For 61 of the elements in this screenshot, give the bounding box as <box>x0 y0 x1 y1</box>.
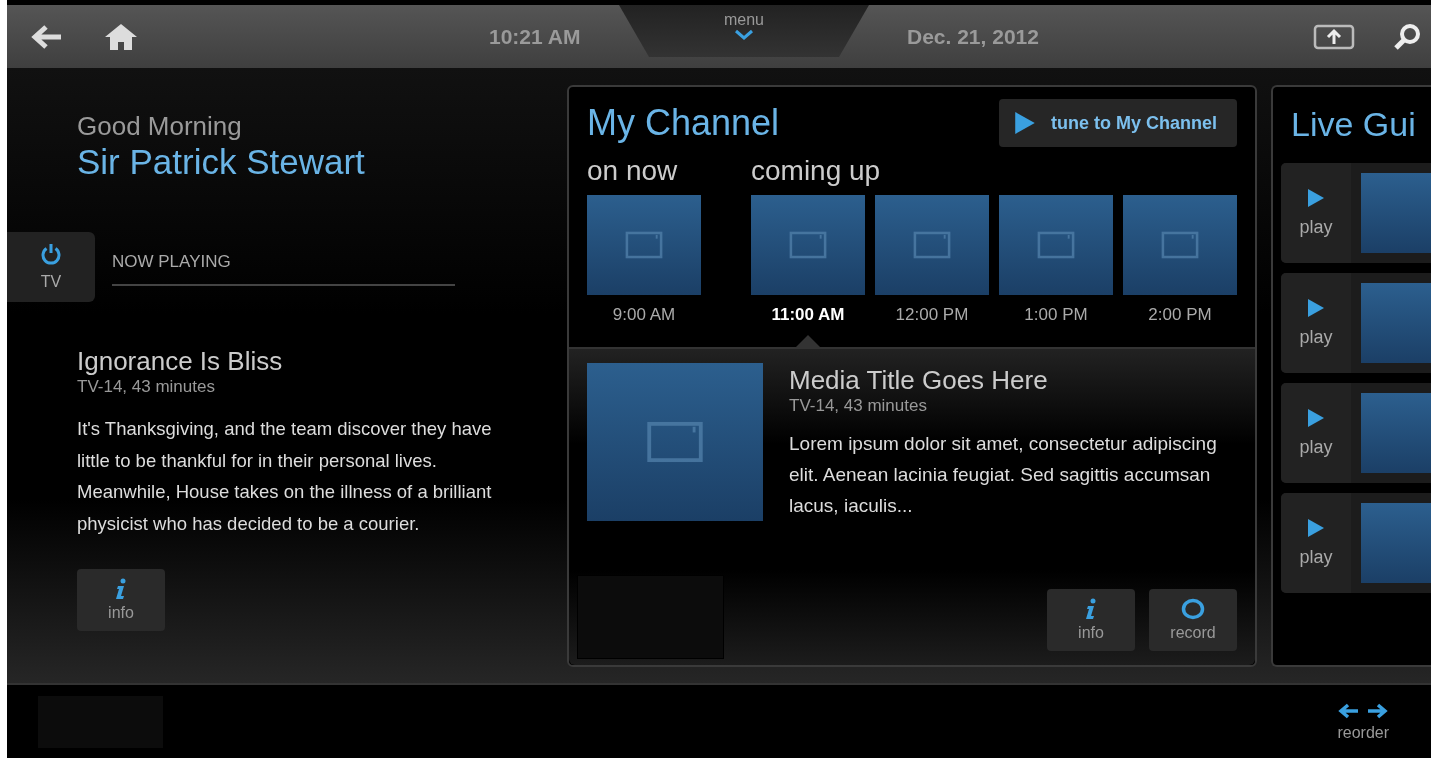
slot-time: 1:00 PM <box>1024 305 1088 325</box>
left-right-arrows-icon <box>1338 701 1389 720</box>
slot-time: 12:00 PM <box>895 305 969 325</box>
home-button[interactable] <box>103 21 139 52</box>
play-button[interactable]: play <box>1281 273 1351 373</box>
tv-icon <box>789 231 827 259</box>
record-button[interactable]: record <box>1149 589 1237 651</box>
slot-time: 11:00 AM <box>771 305 845 325</box>
record-icon <box>1181 598 1205 620</box>
search-icon <box>1393 22 1421 51</box>
reorder-button[interactable]: reorder <box>1331 700 1395 743</box>
program-tile[interactable] <box>751 195 865 295</box>
media-title: Media Title Goes Here <box>789 365 1049 396</box>
group-label: on now <box>587 155 679 188</box>
slot-time: 2:00 PM <box>1148 305 1212 325</box>
program-description: It's Thanksgiving, and the team discover they have little to be thankful for in their personal lives. Meanwhile, House takes on the illness of a brilliant physicist who has decided to be a courier. <box>77 417 493 536</box>
tv-icon <box>1037 231 1075 259</box>
tv-icon <box>1161 231 1199 259</box>
media-meta: TV-14, 43 minutes <box>789 396 928 416</box>
user-name: Sir Patrick Stewart <box>77 142 366 182</box>
back-arrow-icon <box>31 23 63 50</box>
play-icon <box>1308 298 1324 317</box>
media-description: Lorem ipsum dolor sit amet, consectetur adipiscing elit. Aenean lacinia feugiat. Sed sagittis accumsan lacus, iaculis... <box>789 432 1218 518</box>
back-button[interactable] <box>31 22 63 51</box>
power-icon <box>40 243 62 265</box>
share-button[interactable] <box>1313 23 1355 50</box>
tv-power-tab[interactable]: TV <box>7 232 95 302</box>
play-button[interactable]: play <box>1281 383 1351 483</box>
chevron-down-icon <box>734 29 754 40</box>
panel-title: My Channel <box>587 102 780 144</box>
program-tile[interactable] <box>875 195 989 295</box>
panel-title: Live Gui <box>1290 104 1417 145</box>
program-tile[interactable] <box>587 195 701 295</box>
program-tile[interactable] <box>1123 195 1237 295</box>
info-button[interactable]: info <box>77 569 165 631</box>
play-icon <box>1308 408 1324 427</box>
info-icon <box>1085 598 1097 620</box>
upload-icon <box>1313 23 1355 50</box>
info-button[interactable]: info <box>1047 589 1135 651</box>
clock-time: 10:21 AM <box>489 24 582 49</box>
info-icon <box>115 578 127 600</box>
program-tile[interactable] <box>999 195 1113 295</box>
play-icon <box>1308 518 1324 537</box>
tv-icon <box>646 421 704 463</box>
group-label: coming up <box>751 155 882 188</box>
play-button[interactable]: play <box>1281 163 1351 263</box>
slot-time: 9:00 AM <box>612 305 676 325</box>
play-button[interactable]: play <box>1281 493 1351 593</box>
tune-button[interactable]: tune to My Channel <box>999 99 1237 147</box>
section-heading: NOW PLAYING <box>112 232 455 286</box>
program-title: Ignorance Is Bliss <box>77 346 284 377</box>
date-text: Dec. 21, 2012 <box>907 24 1039 49</box>
program-meta: TV-14, 43 minutes <box>77 377 216 397</box>
play-icon <box>1015 112 1035 134</box>
tv-icon <box>625 231 663 259</box>
home-icon <box>104 22 138 51</box>
greeting-text: Good Morning <box>77 111 243 142</box>
play-icon <box>1308 188 1324 207</box>
menu-tab[interactable]: menu <box>619 5 869 57</box>
tv-icon <box>913 231 951 259</box>
search-button[interactable] <box>1393 22 1421 51</box>
